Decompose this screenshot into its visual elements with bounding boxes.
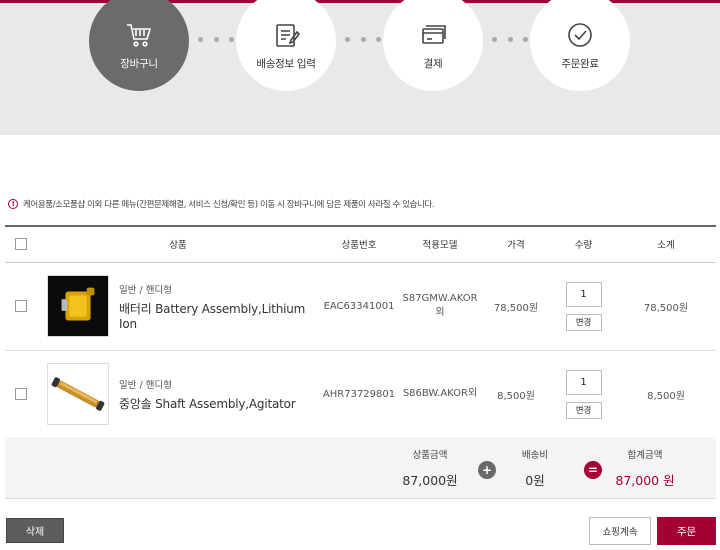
step-label: 배송정보 입력 [256, 57, 316, 70]
product-name[interactable]: 중앙솔 Shaft Assembly,Agitator [119, 395, 319, 412]
step-separator [345, 37, 381, 42]
change-quantity-button[interactable]: 변경 [565, 401, 602, 419]
table-row: 일반 / 핸디형 중앙솔 Shaft Assembly,Agitator AHR… [5, 350, 717, 439]
notice-text: 케어용품/소모품샵 이외 다른 메뉴(간편문제해결, 서비스 신청/확인 등) … [23, 200, 435, 210]
quantity-input[interactable]: 1 [565, 281, 602, 307]
product-number: EAC63341001 [319, 262, 400, 351]
applicable-model: S86BW.AKOR외 [399, 350, 482, 439]
product-amount-value: 87,000원 [402, 473, 458, 488]
step-label: 장바구니 [120, 57, 158, 70]
step-separator [198, 37, 234, 42]
select-all-cell [5, 225, 37, 263]
total-amount: 합계금액 87,000 원 [605, 447, 685, 489]
table-row: 일반 / 핸디형 배터리 Battery Assembly,Lithium Io… [5, 262, 717, 351]
cart-notice: ! 케어용품/소모품샵 이외 다른 메뉴(간편문제해결, 서비스 신청/확인 등… [8, 198, 435, 210]
change-quantity-button[interactable]: 변경 [565, 313, 602, 331]
col-price: 가격 [481, 225, 552, 263]
continue-shopping-button[interactable]: 쇼핑계속 [589, 517, 651, 545]
agitator-product-image[interactable] [47, 363, 109, 425]
row-checkbox[interactable] [15, 388, 27, 400]
order-button[interactable]: 주문 [657, 517, 716, 545]
product-amount-label: 상품금액 [412, 450, 448, 461]
step-payment: 결제 [383, 0, 483, 91]
battery-product-image[interactable] [47, 275, 109, 337]
product-number: AHR73729801 [319, 350, 400, 439]
col-model: 적용모델 [399, 225, 482, 263]
select-all-checkbox[interactable] [15, 238, 27, 251]
col-qty: 수량 [551, 225, 617, 263]
shipping-fee-value: 0원 [525, 473, 545, 488]
order-totals: 상품금액 87,000원 + 배송비 0원 = 합계금액 87,000 원 [5, 437, 716, 499]
order-steps: 장바구니 배송정보 입력 결제 주문완료 [0, 0, 720, 135]
col-product-no: 상품번호 [319, 225, 400, 263]
price: 78,500원 [481, 262, 552, 351]
step-cart: 장바구니 [89, 0, 189, 91]
applicable-model: S87GMW.AKOR외 [399, 262, 482, 351]
col-subtotal: 소계 [616, 225, 717, 263]
plus-icon: + [478, 461, 496, 479]
step-complete: 주문완료 [530, 0, 630, 91]
cart-table: 상품 상품번호 적용모델 가격 수량 소계 일반 / 핸디형 배터리 Batte… [5, 225, 717, 439]
cart-icon [127, 23, 152, 47]
alert-icon: ! [8, 199, 18, 209]
delete-button[interactable]: 삭제 [6, 518, 64, 543]
product-name[interactable]: 배터리 Battery Assembly,Lithium Ion [119, 300, 319, 331]
total-amount-label: 합계금액 [627, 450, 663, 461]
step-label: 주문완료 [561, 57, 599, 70]
step-separator [492, 37, 528, 42]
clipboard-icon [276, 23, 301, 47]
shipping-fee-label: 배송비 [521, 450, 549, 461]
total-amount-value: 87,000 원 [615, 473, 675, 488]
table-header: 상품 상품번호 적용모델 가격 수량 소계 [5, 225, 717, 263]
step-shipping-info: 배송정보 입력 [236, 0, 336, 91]
card-icon [422, 24, 446, 44]
subtotal: 8,500원 [616, 350, 717, 439]
shipping-fee: 배송비 0원 [505, 447, 565, 489]
product-amount: 상품금액 87,000원 [390, 447, 470, 489]
price: 8,500원 [481, 350, 552, 439]
row-checkbox[interactable] [15, 300, 27, 312]
quantity-input[interactable]: 1 [565, 369, 602, 395]
col-product: 상품 [37, 225, 320, 263]
product-category: 일반 / 핸디형 [119, 379, 172, 391]
subtotal: 78,500원 [616, 262, 717, 351]
check-circle-icon [568, 22, 592, 47]
step-label: 결제 [423, 57, 443, 70]
product-category: 일반 / 핸디형 [119, 284, 172, 296]
equals-icon: = [584, 461, 602, 479]
